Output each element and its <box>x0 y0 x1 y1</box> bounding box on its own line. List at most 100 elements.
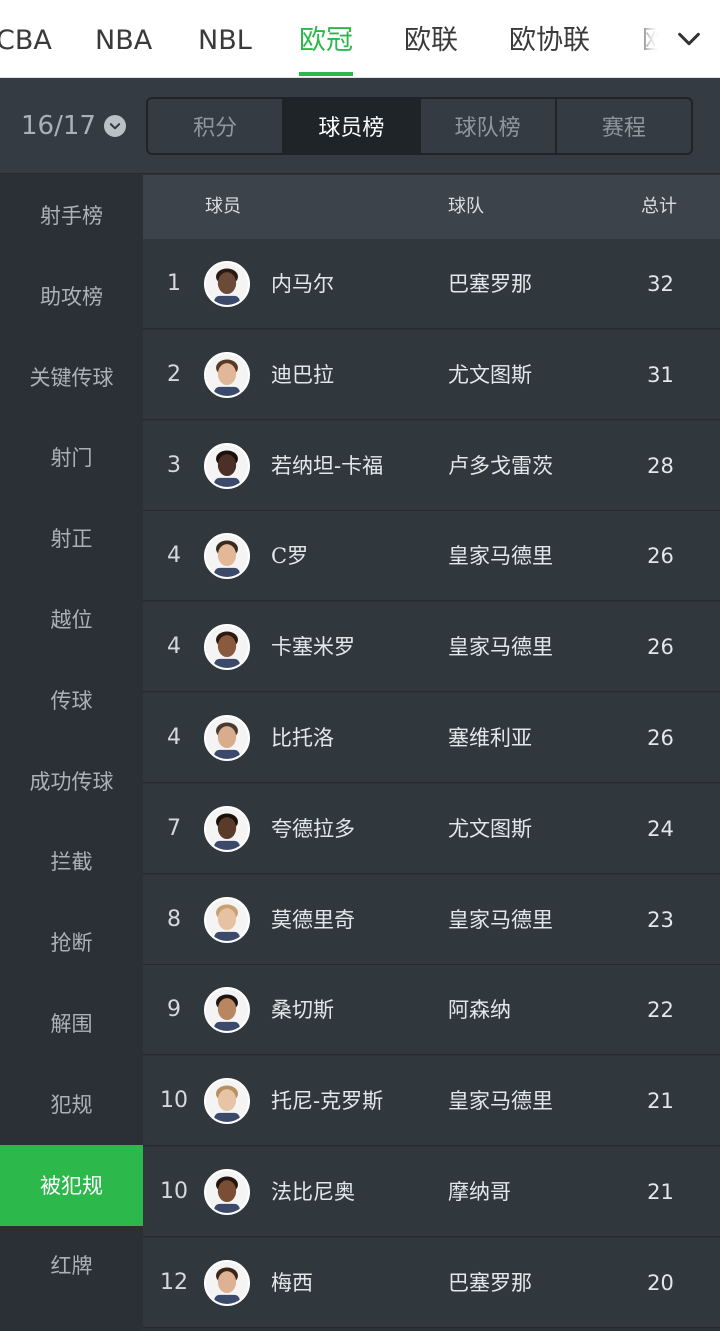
player-avatar-icon <box>204 624 250 671</box>
tab-cba[interactable]: CBA <box>0 0 52 77</box>
rank-cell: 7 <box>167 815 181 841</box>
team-name: 皇家马德里 <box>448 544 553 569</box>
sidebar-item-category[interactable]: 传球 <box>0 660 143 740</box>
player-avatar-icon <box>204 1078 250 1125</box>
player-avatar-icon <box>204 805 250 852</box>
player-name: 卡塞米罗 <box>271 635 355 660</box>
tab-nba[interactable]: NBA <box>95 0 152 77</box>
more-tabs-button[interactable] <box>658 0 720 77</box>
player-name: 梅西 <box>271 1270 313 1295</box>
rank-cell: 10 <box>160 1088 188 1114</box>
rank-cell: 9 <box>167 997 181 1023</box>
header-team: 球队 <box>448 196 484 217</box>
table-row[interactable]: 10 托尼-克罗斯 皇家马德里 21 <box>143 1056 720 1147</box>
season-selector[interactable]: 16/17 <box>21 78 126 174</box>
total-value: 20 <box>647 1270 674 1295</box>
player-name: 若纳坦-卡福 <box>271 453 384 478</box>
team-name: 尤文图斯 <box>448 816 532 841</box>
sidebar-item-category[interactable]: 拦截 <box>0 821 143 901</box>
rank-cell: 4 <box>167 634 181 660</box>
total-value: 26 <box>647 726 674 750</box>
total-value: 23 <box>647 907 674 932</box>
league-tab-bar: CBA NBA NBL 欧冠 欧联 欧协联 欧 <box>0 0 720 78</box>
player-name: 迪巴拉 <box>271 362 334 387</box>
team-name: 巴塞罗那 <box>448 272 532 296</box>
rank-cell: 12 <box>160 1269 188 1295</box>
total-value: 26 <box>647 635 674 660</box>
rank-cell: 4 <box>167 725 181 750</box>
table-row[interactable]: 1 内马尔 巴塞罗那 32 <box>143 239 720 329</box>
table-row[interactable]: 7 夸德拉多 尤文图斯 24 <box>143 783 720 874</box>
player-avatar-icon <box>204 1169 250 1215</box>
player-name: C罗 <box>271 544 309 569</box>
player-name: 托尼-克罗斯 <box>271 1089 384 1114</box>
sidebar-item-category[interactable]: 解围 <box>0 983 143 1063</box>
total-value: 24 <box>647 816 674 841</box>
player-avatar-icon <box>204 1259 250 1306</box>
total-value: 21 <box>647 1180 674 1204</box>
segment-control: 积分 球员榜 球队榜 赛程 <box>146 97 693 155</box>
player-avatar-icon <box>204 715 250 761</box>
sidebar-item-category[interactable]: 射门 <box>0 417 143 497</box>
rank-cell: 8 <box>167 906 181 932</box>
team-name: 皇家马德里 <box>448 907 553 932</box>
team-name: 皇家马德里 <box>448 1089 553 1114</box>
header-total: 总计 <box>641 196 677 217</box>
total-value: 22 <box>647 998 674 1023</box>
segment-standings[interactable]: 积分 <box>148 99 285 153</box>
sidebar-item-category[interactable]: 成功传球 <box>0 741 143 821</box>
player-avatar-icon <box>204 351 250 398</box>
team-name: 卢多戈雷茨 <box>448 453 553 478</box>
table-row[interactable]: 12 梅西 巴塞罗那 20 <box>143 1237 720 1328</box>
player-avatar-icon <box>204 896 250 943</box>
total-value: 28 <box>647 453 674 478</box>
player-avatar-icon <box>204 261 250 307</box>
team-name: 皇家马德里 <box>448 635 553 660</box>
sidebar-item-category[interactable]: 助攻榜 <box>0 256 143 336</box>
team-name: 摩纳哥 <box>448 1180 511 1204</box>
team-name: 尤文图斯 <box>448 362 532 387</box>
player-name: 内马尔 <box>271 272 334 296</box>
rank-cell: 10 <box>160 1179 188 1204</box>
season-label: 16/17 <box>21 111 96 141</box>
tab-champions-league[interactable]: 欧冠 <box>299 0 353 77</box>
sidebar-item-category[interactable]: 红牌 <box>0 1225 143 1305</box>
table-row[interactable]: 10 法比尼奥 摩纳哥 21 <box>143 1147 720 1237</box>
rank-cell: 3 <box>167 452 181 478</box>
tab-conference-league[interactable]: 欧协联 <box>509 0 590 77</box>
sidebar-item-category[interactable]: 射手榜 <box>0 175 143 255</box>
player-name: 法比尼奥 <box>271 1180 355 1204</box>
sidebar-item-category[interactable]: 犯规 <box>0 1064 143 1144</box>
segment-player-rankings[interactable]: 球员榜 <box>284 99 421 153</box>
segment-team-rankings[interactable]: 球队榜 <box>421 99 557 153</box>
sidebar-item-category[interactable]: 关键传球 <box>0 337 143 417</box>
sidebar-item-category[interactable]: 射正 <box>0 498 143 578</box>
filter-bar: 16/17 积分 球员榜 球队榜 赛程 <box>0 78 720 174</box>
tab-nbl[interactable]: NBL <box>198 0 252 77</box>
sidebar-item-category[interactable]: 被犯规 <box>0 1144 143 1226</box>
chevron-down-icon <box>678 32 700 46</box>
segment-schedule[interactable]: 赛程 <box>557 99 691 153</box>
total-value: 32 <box>647 272 674 296</box>
player-name: 莫德里奇 <box>271 907 355 932</box>
table-row[interactable]: 4 C罗 皇家马德里 26 <box>143 511 720 602</box>
table-row[interactable]: 8 莫德里奇 皇家马德里 23 <box>143 874 720 965</box>
table-row[interactable]: 9 桑切斯 阿森纳 22 <box>143 965 720 1056</box>
sidebar-item-category[interactable]: 抢断 <box>0 902 143 982</box>
total-value: 21 <box>647 1089 674 1114</box>
table-header: 球员 球队 总计 <box>143 175 720 239</box>
sidebar-item-category[interactable]: 越位 <box>0 579 143 659</box>
player-name: 比托洛 <box>271 726 334 750</box>
stat-category-sidebar: 射手榜 助攻榜 关键传球 射门 射正 越位 传球 成功传球 拦截 抢断 解围 犯规 被犯规 红牌 <box>0 175 143 1331</box>
team-name: 巴塞罗那 <box>448 1270 532 1295</box>
total-value: 26 <box>647 544 674 569</box>
table-row[interactable]: 2 迪巴拉 尤文图斯 31 <box>143 329 720 420</box>
table-row[interactable]: 4 比托洛 塞维利亚 26 <box>143 693 720 783</box>
tab-europa-league[interactable]: 欧联 <box>404 0 458 77</box>
player-avatar-icon <box>204 533 250 580</box>
table-row[interactable]: 3 若纳坦-卡福 卢多戈雷茨 28 <box>143 420 720 511</box>
player-avatar-icon <box>204 442 250 489</box>
player-name: 夸德拉多 <box>271 816 355 841</box>
total-value: 31 <box>647 362 674 387</box>
table-row[interactable]: 4 卡塞米罗 皇家马德里 26 <box>143 602 720 693</box>
